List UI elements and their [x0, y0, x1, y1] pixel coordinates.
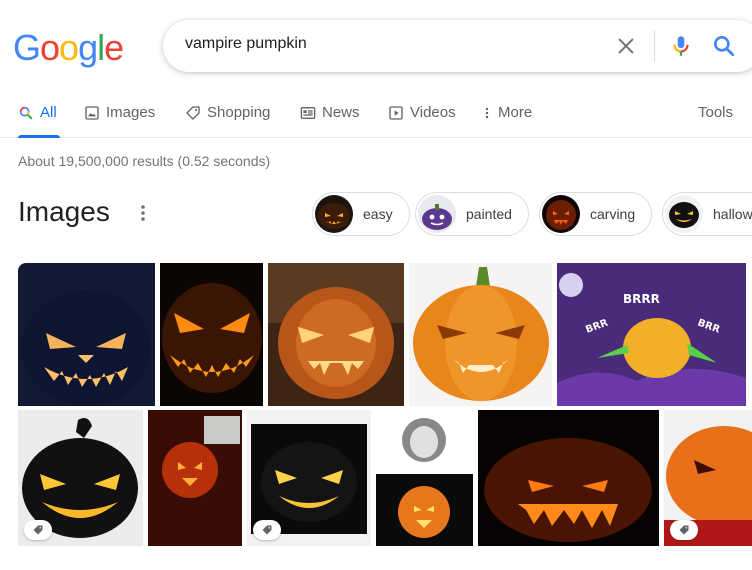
- active-tab-indicator: [18, 135, 60, 138]
- chip-label: easy: [363, 206, 393, 222]
- image-result[interactable]: [478, 410, 659, 546]
- tab-videos[interactable]: Videos: [388, 104, 456, 138]
- search-divider: [654, 30, 655, 62]
- play-icon: [389, 106, 403, 120]
- image-result[interactable]: [18, 410, 143, 546]
- chip-thumbnail: [418, 195, 456, 233]
- images-section-menu-button[interactable]: [139, 203, 147, 223]
- clear-search-button[interactable]: [615, 35, 637, 57]
- search-icon: [714, 36, 735, 57]
- tab-label: Shopping: [207, 104, 271, 121]
- image-result[interactable]: [247, 410, 371, 546]
- tag-icon: [262, 525, 272, 535]
- product-tag: [253, 520, 281, 540]
- news-icon: [300, 107, 316, 119]
- tab-images[interactable]: Images: [84, 104, 155, 138]
- image-result[interactable]: BRRR BRR BRR: [557, 263, 746, 406]
- tag-icon: [679, 525, 689, 535]
- tab-label: Images: [106, 104, 156, 121]
- chip-thumbnail: [665, 195, 703, 233]
- more-vert-icon: [485, 107, 489, 119]
- tab-label: More: [498, 104, 533, 121]
- image-result[interactable]: [268, 263, 404, 406]
- pumpkin-image: [18, 263, 155, 406]
- pumpkin-image: [160, 263, 263, 406]
- chip-thumbnail: [315, 195, 353, 233]
- image-result[interactable]: [376, 410, 473, 546]
- image-icon: [85, 106, 99, 120]
- logo-letter: e: [104, 27, 124, 68]
- result-stats: About 19,500,000 results (0.52 seconds): [18, 153, 271, 169]
- chip-label: carving: [590, 206, 636, 222]
- tab-more[interactable]: More: [482, 104, 532, 138]
- search-input[interactable]: vampire pumpkin: [185, 35, 307, 53]
- tab-label: All: [40, 104, 57, 121]
- image-result[interactable]: [160, 263, 263, 406]
- search-button[interactable]: [711, 33, 737, 59]
- tools-button[interactable]: Tools: [698, 104, 733, 138]
- logo-letter: l: [97, 27, 105, 68]
- pumpkin-image: [268, 263, 404, 406]
- image-result[interactable]: [664, 410, 752, 546]
- chip-label: painted: [466, 206, 512, 222]
- svg-text:BRRR: BRRR: [623, 292, 660, 306]
- pumpkin-image: [376, 410, 473, 546]
- pumpkin-image: [148, 410, 242, 546]
- image-result[interactable]: [148, 410, 242, 546]
- refine-chip-carving[interactable]: carving: [539, 192, 653, 236]
- tab-label: News: [322, 104, 360, 121]
- pumpkin-image: [478, 410, 659, 546]
- tab-label: Videos: [410, 104, 456, 121]
- tag-icon: [33, 525, 43, 535]
- search-icon: [19, 106, 33, 120]
- product-tag: [24, 520, 52, 540]
- product-tag: [670, 520, 698, 540]
- tab-news[interactable]: News: [300, 104, 360, 138]
- image-result[interactable]: [409, 263, 552, 406]
- image-result[interactable]: [18, 263, 155, 406]
- logo-letter: G: [13, 27, 41, 68]
- refine-chip-painted[interactable]: painted: [415, 192, 529, 236]
- mic-icon: [673, 36, 689, 56]
- pumpkin-image: [409, 263, 552, 406]
- images-section-heading: Images: [18, 196, 110, 227]
- tag-icon: [186, 106, 200, 120]
- tools-label: Tools: [698, 104, 734, 121]
- voice-search-button[interactable]: [668, 33, 694, 59]
- chip-thumbnail: [542, 195, 580, 233]
- more-vert-icon: [141, 205, 145, 221]
- search-tabs: All Images Shopping News Videos More Too…: [0, 95, 752, 138]
- search-box[interactable]: vampire pumpkin: [163, 20, 752, 72]
- logo-letter: g: [78, 27, 98, 68]
- logo-letter: o: [59, 27, 79, 68]
- tab-shopping[interactable]: Shopping: [185, 104, 270, 138]
- close-icon: [618, 38, 634, 54]
- logo-letter: o: [40, 27, 60, 68]
- refine-chip-easy[interactable]: easy: [312, 192, 410, 236]
- pumpkin-image: BRRR BRR BRR: [557, 263, 746, 406]
- refine-chip-hallow[interactable]: hallow: [662, 192, 752, 236]
- chip-label: hallow: [713, 206, 752, 222]
- tab-all[interactable]: All: [18, 104, 60, 138]
- google-logo[interactable]: Google: [13, 27, 124, 68]
